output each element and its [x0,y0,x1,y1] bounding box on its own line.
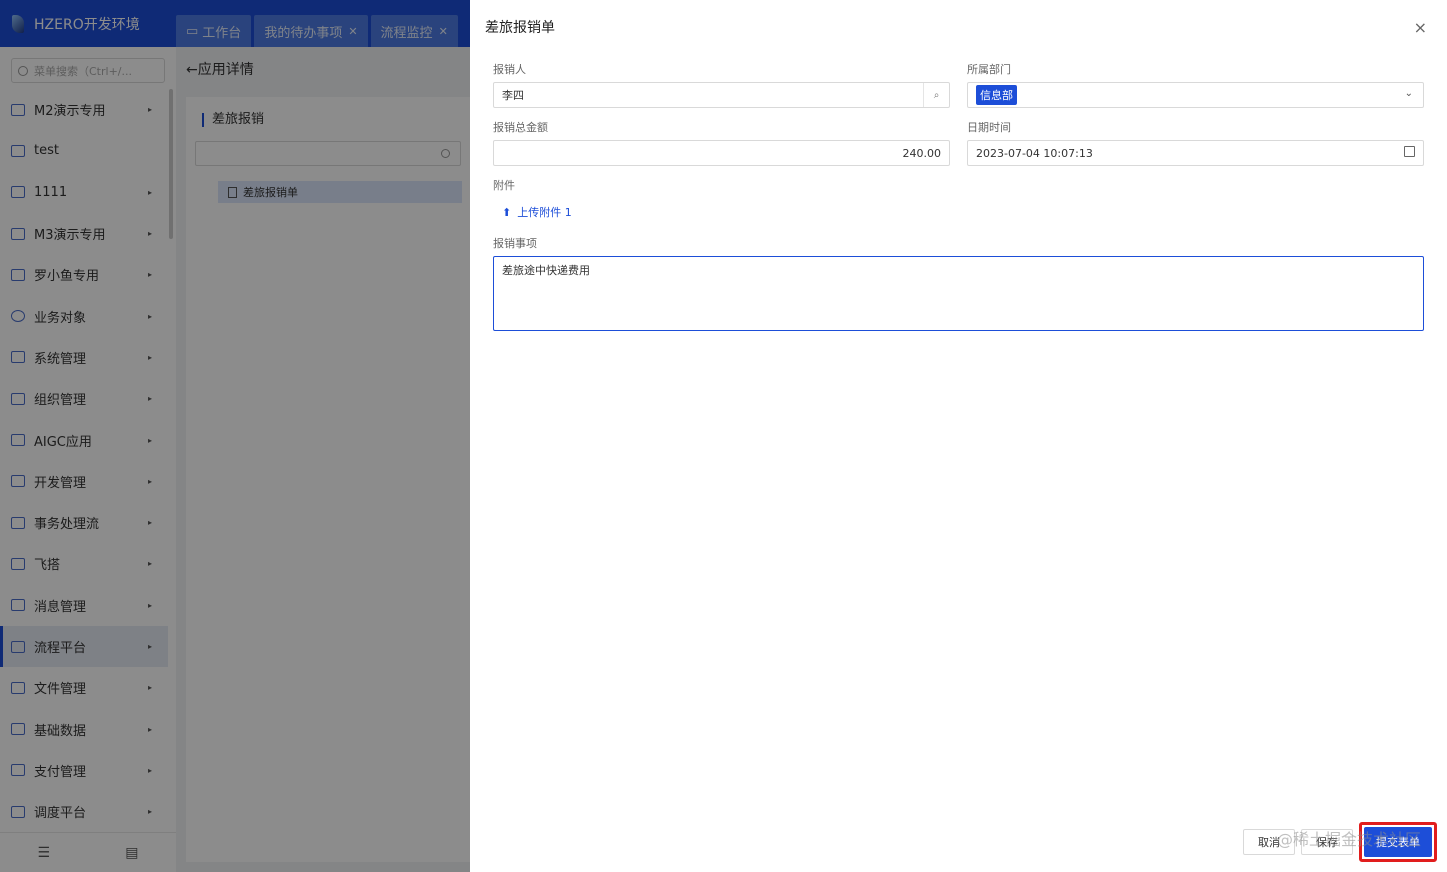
upload-attachment-button[interactable]: ⬆ 上传附件 1 [502,204,572,220]
submit-form-button[interactable]: 提交表单 [1364,827,1432,857]
dept-tag: 信息部 [976,85,1017,105]
upload-label: 上传附件 1 [517,206,572,219]
submit-highlight: 提交表单 [1359,822,1437,862]
reimbursement-item-textarea[interactable]: 差旅途中快递费用 [493,256,1424,331]
chevron-down-icon: ⌄ [1404,88,1413,99]
calendar-icon[interactable] [1404,146,1415,157]
datetime-value: 2023-07-04 10:07:13 [976,146,1093,160]
amount-field[interactable]: 240.00 [493,140,950,166]
item-label: 报销事项 [493,237,537,250]
close-icon[interactable]: × [1414,18,1427,37]
applicant-field[interactable]: 李四 ⌕ [493,82,950,108]
modal-mask[interactable] [0,0,470,872]
cancel-button[interactable]: 取消 [1243,829,1295,855]
attachment-label: 附件 [493,179,515,192]
dept-label: 所属部门 [967,63,1011,76]
drawer-footer: 取消 保存 提交表单 [1243,822,1437,862]
applicant-value: 李四 [502,89,524,102]
applicant-label: 报销人 [493,63,526,76]
amount-label: 报销总金额 [493,121,548,134]
dept-select[interactable]: 信息部 ⌄ [967,82,1424,108]
upload-icon: ⬆ [502,205,512,219]
save-button[interactable]: 保存 [1301,829,1353,855]
form-drawer: 差旅报销单 × 报销人 李四 ⌕ 所属部门 信息部 ⌄ 报销总金额 240.00… [470,0,1447,872]
datetime-label: 日期时间 [967,121,1011,134]
lookup-icon[interactable]: ⌕ [923,83,949,107]
datetime-field[interactable]: 2023-07-04 10:07:13 [967,140,1424,166]
amount-value: 240.00 [902,146,942,160]
drawer-title: 差旅报销单 [485,20,555,36]
